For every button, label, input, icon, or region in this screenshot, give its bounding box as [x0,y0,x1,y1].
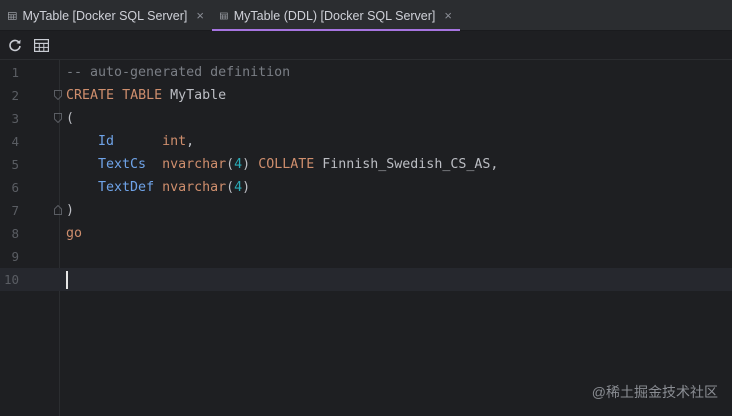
line-number: 6 [11,180,19,195]
code-token-plain: Finnish_Swedish_CS_AS, [314,157,499,172]
sql-ddl-editor-window: MyTable [Docker SQL Server] × MyTable (D… [0,0,732,416]
code-text: TextDef nvarchar(4) [66,176,250,199]
code-token-column: TextDef [98,180,155,195]
code-text: Id int, [66,130,194,153]
code-token-type: int [162,134,187,149]
code-text: CREATE TABLE MyTable [66,84,226,107]
refresh-button[interactable] [6,36,24,54]
tab-label: MyTable [Docker SQL Server] [22,8,188,23]
code-token-keyword: COLLATE [258,157,315,172]
code-token-number: 4 [234,157,243,172]
code-token-plain: MyTable [162,88,227,103]
code-line[interactable]: 2 CREATE TABLE MyTable [0,84,732,107]
code-token-plain: ( [226,180,235,195]
code-line[interactable]: 4 Id int, [0,130,732,153]
close-icon[interactable]: × [196,9,204,22]
table-view-button[interactable] [32,36,50,54]
code-line[interactable]: 1 -- auto-generated definition [0,61,732,84]
code-token-type: nvarchar [162,180,227,195]
code-line[interactable]: 8 go [0,222,732,245]
code-token-column: Id [98,134,115,149]
code-token-keyword: go [66,226,83,241]
code-line[interactable]: 5 TextCs nvarchar(4) COLLATE Finnish_Swe… [0,153,732,176]
line-number: 4 [11,134,19,149]
code-token-plain: ) [242,157,259,172]
line-number: 1 [11,65,19,80]
code-text: ) [66,199,74,222]
code-token-plain: ) [242,180,251,195]
code-token-column: TextCs [98,157,147,172]
tab-mytable-ddl[interactable]: MyTable (DDL) [Docker SQL Server] × [212,0,460,32]
code-text: -- auto-generated definition [66,61,290,84]
code-line[interactable]: 9 [0,245,732,268]
code-token-keyword: TABLE [122,88,163,103]
fold-marker-icon[interactable] [54,205,62,215]
watermark: @稀土掘金技术社区 [591,384,718,400]
line-number: 3 [11,111,19,126]
code-line[interactable]: 6 TextDef nvarchar(4) [0,176,732,199]
table-icon [8,11,17,20]
code-token-comment: -- auto-generated definition [66,65,291,80]
line-number: 10 [3,272,19,287]
fold-marker-icon[interactable] [54,90,62,100]
line-number: 2 [11,88,19,103]
line-number: 9 [11,249,19,264]
editor-tab-bar: MyTable [Docker SQL Server] × MyTable (D… [0,0,732,32]
text-caret [66,271,68,289]
code-token-keyword: CREATE [66,88,115,103]
tab-label: MyTable (DDL) [Docker SQL Server] [233,8,436,23]
table-view-icon [33,38,49,52]
code-line[interactable]: 10 [0,268,732,291]
line-number: 7 [11,203,19,218]
line-number: 8 [11,226,19,241]
code-token-plain: ) [66,203,75,218]
tab-mytable-data[interactable]: MyTable [Docker SQL Server] × [0,0,212,31]
code-token-plain: ( [66,111,75,126]
code-token-number: 4 [234,180,243,195]
code-line[interactable]: 7) [0,199,732,222]
refresh-icon [9,39,21,52]
code-text: ( [66,107,74,130]
close-icon[interactable]: × [444,9,452,22]
code-editor[interactable]: 1 -- auto-generated definition 2 CREATE TAB… [0,60,732,416]
code-line[interactable]: 3( [0,107,732,130]
code-token-type: nvarchar [162,157,227,172]
code-text: TextCs nvarchar(4) COLLATE Finnish_Swedi… [66,153,498,176]
fold-marker-icon[interactable] [54,113,62,123]
table-icon [220,12,228,19]
line-number: 5 [11,157,19,172]
code-token-plain: , [186,134,195,149]
code-token-plain: ( [226,157,235,172]
editor-toolbar [0,31,732,60]
code-text: go [66,222,82,245]
